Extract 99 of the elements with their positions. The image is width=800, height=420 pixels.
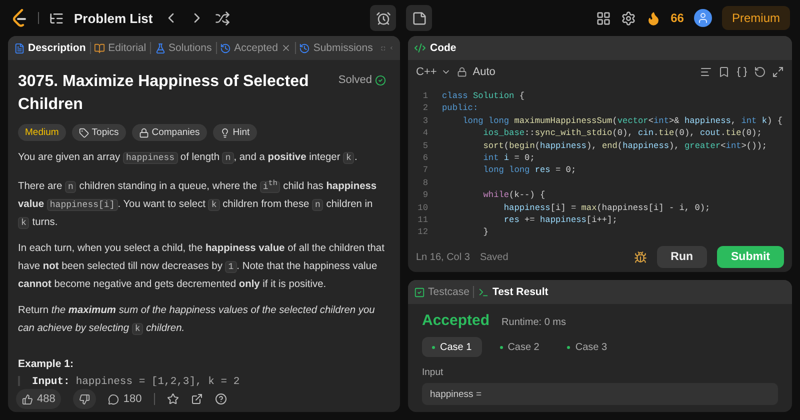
line-number: 4 xyxy=(422,127,429,140)
premium-button[interactable]: Premium xyxy=(722,6,790,30)
code-line: res += happiness[i++]; xyxy=(502,214,618,226)
close-icon[interactable] xyxy=(280,43,291,53)
problem-title: 3075. Maximize Happiness of Selected Children xyxy=(18,72,310,115)
expand-icon[interactable] xyxy=(772,66,784,78)
grid-icon[interactable] xyxy=(596,10,611,26)
alarm-clock-icon xyxy=(376,10,390,26)
problem-list-link[interactable]: Problem List xyxy=(74,10,153,26)
run-button[interactable]: Run xyxy=(656,246,708,268)
code-line: class Solution { xyxy=(442,90,525,102)
star-icon[interactable] xyxy=(166,393,179,405)
panel-tab[interactable]: Editorial xyxy=(94,42,146,54)
streak-count: 66 xyxy=(670,11,684,25)
logo-icon[interactable] xyxy=(12,9,28,27)
debug-icon[interactable] xyxy=(634,250,647,264)
line-number: 1 xyxy=(422,90,429,102)
difficulty-tag: Medium xyxy=(18,124,66,141)
flame-icon xyxy=(646,10,661,26)
input-label: Input xyxy=(422,367,444,378)
input-value: happiness = xyxy=(422,383,778,405)
flask-icon xyxy=(154,42,166,54)
code-line: happiness[i] = max(happiness[i] - i, 0); xyxy=(502,202,710,214)
thumbs-up-icon xyxy=(22,394,33,404)
tag-icon xyxy=(78,128,89,138)
code-line: public: xyxy=(442,102,478,115)
shuffle-icon[interactable] xyxy=(214,10,230,26)
line-number: 7 xyxy=(422,164,429,177)
lock-icon xyxy=(456,67,467,77)
thumbs-down-icon xyxy=(79,394,90,404)
problem-paragraph: Return the maximum sum of the happiness values of the selected children you can achieve by selecting k children. xyxy=(18,304,376,337)
runtime-text: Runtime: 0 ms xyxy=(502,317,566,328)
line-number: 10 xyxy=(416,202,429,214)
format-icon[interactable] xyxy=(700,66,712,78)
verdict-text: Accepted xyxy=(422,312,490,329)
checkbox-icon xyxy=(414,286,425,298)
like-button[interactable]: 488 xyxy=(16,389,62,409)
cursor-position: Ln 16, Col 3 xyxy=(416,252,470,262)
code-line: int i = 0; xyxy=(482,152,535,164)
lightbulb-icon xyxy=(220,128,230,138)
code-line: long long maximumHappinessSum(vector<int>& happiness, int k) { xyxy=(462,114,783,128)
panel-tab[interactable]: Description xyxy=(14,42,86,54)
line-number: 12 xyxy=(416,226,429,239)
panel-tab[interactable]: Accepted xyxy=(220,42,291,54)
code-icon xyxy=(414,42,426,54)
comment-icon xyxy=(108,394,120,404)
panel-tab[interactable]: Submissions xyxy=(299,42,373,54)
code-title: Code xyxy=(430,42,456,54)
line-number: 6 xyxy=(422,152,429,164)
problem-paragraph: There are n children standing in a queue, where the i$^{th}$ child has happiness value happiness[i] . You want to select k children from these n children in k turns. xyxy=(18,178,378,231)
reset-icon[interactable] xyxy=(754,66,766,78)
terminal-icon xyxy=(478,286,490,298)
code-line: sort(begin(happiness), end(happiness), greater<int>()); xyxy=(482,140,768,152)
panel-tab[interactable]: Test Result xyxy=(478,286,548,298)
book-icon xyxy=(94,42,106,54)
lock-icon xyxy=(138,128,149,138)
example-heading: Example 1: xyxy=(18,358,74,370)
line-number: 9 xyxy=(422,189,429,202)
problem-paragraph: In each turn, when you select a child, the happiness value of all the children that have not been selected till now decreases by 1 . Note that the happiness value cannot become negative and gets decremented only if it is positive. xyxy=(18,242,386,292)
problem-paragraph: You are given an array happiness of length n , and a positive integer k . xyxy=(18,151,358,166)
solved-status: Solved xyxy=(338,70,386,86)
history-icon xyxy=(299,42,310,54)
panel-tab[interactable]: Solutions xyxy=(154,42,212,54)
history-icon xyxy=(220,42,232,54)
code-line: while(k--) { xyxy=(482,189,546,202)
case-tab[interactable]: Case 1 xyxy=(422,337,482,357)
input-value: happiness = [1,2,3], k = 2 xyxy=(76,376,240,386)
comments-button[interactable]: 180 xyxy=(108,393,142,405)
code-line: ios_base::sync_with_stdio(0), cin.tie(0), cout.tie(0); xyxy=(482,127,762,140)
line-number: 3 xyxy=(422,114,429,128)
save-status: Saved xyxy=(480,252,508,262)
language-dropdown[interactable]: C++ xyxy=(416,66,451,78)
topic-chip[interactable]: Companies xyxy=(132,124,207,141)
bookmark-icon[interactable] xyxy=(718,66,730,78)
line-number: 2 xyxy=(422,102,429,115)
list-icon xyxy=(49,10,64,26)
check-icon xyxy=(375,74,386,86)
share-icon[interactable] xyxy=(190,393,203,405)
help-icon[interactable] xyxy=(214,393,227,405)
document-icon xyxy=(14,42,25,54)
note-icon xyxy=(412,10,426,26)
topic-chip[interactable]: Topics xyxy=(72,124,126,141)
line-number: 8 xyxy=(422,176,429,190)
code-line: long long res = 0; xyxy=(482,164,576,177)
note-button[interactable] xyxy=(406,5,432,31)
alarm-button[interactable] xyxy=(370,5,396,31)
avatar-icon[interactable] xyxy=(694,9,712,27)
topic-chip[interactable]: Hint xyxy=(212,124,257,141)
settings-icon[interactable] xyxy=(620,10,636,26)
input-label: Input: xyxy=(32,376,70,386)
panel-tab[interactable]: Testcase xyxy=(414,286,470,298)
case-tab[interactable]: Case 3 xyxy=(557,337,618,357)
code-line: } xyxy=(482,226,488,239)
mode-label: Auto xyxy=(472,66,496,78)
dislike-button[interactable] xyxy=(73,389,96,409)
line-number: 5 xyxy=(422,140,429,152)
case-tab[interactable]: Case 2 xyxy=(490,337,550,357)
line-number: 11 xyxy=(416,214,429,226)
braces-icon[interactable] xyxy=(736,66,748,78)
